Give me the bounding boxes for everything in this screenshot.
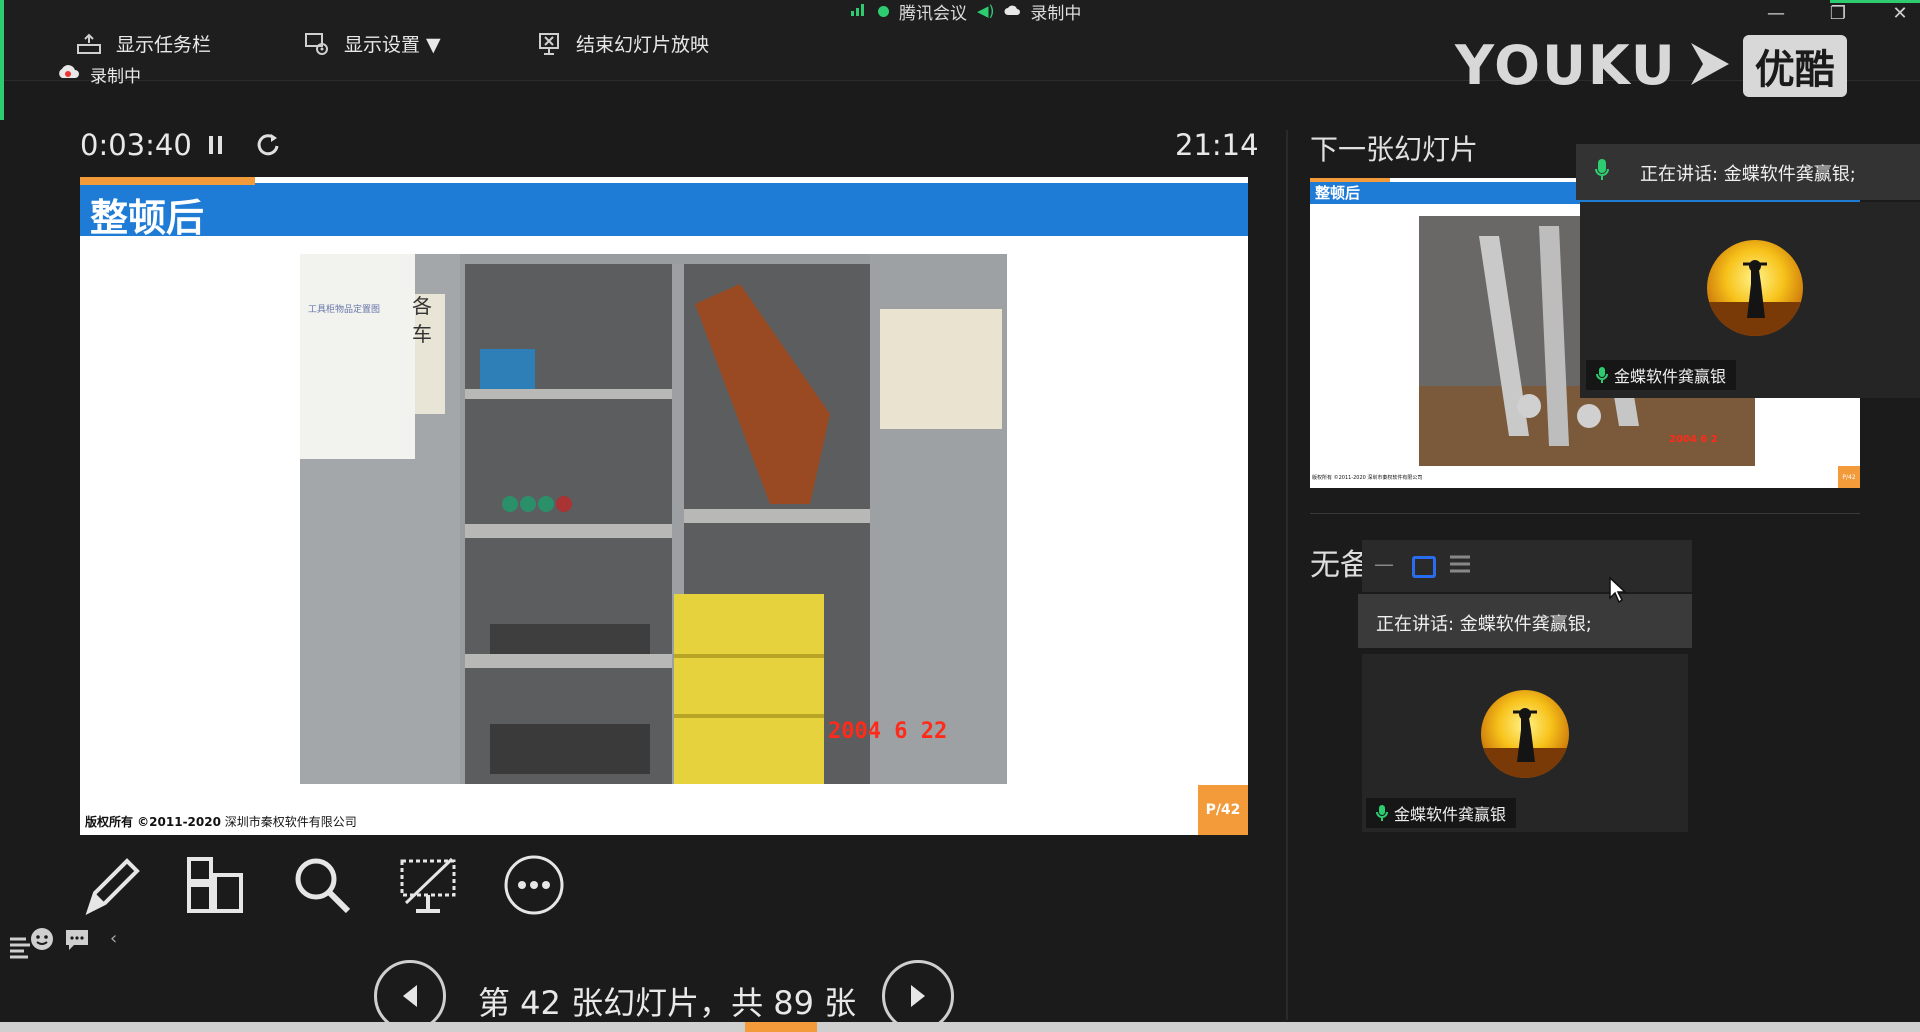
photo-sign-small: 工具柜物品定置图 — [308, 305, 381, 315]
end-slideshow-button[interactable]: 结束幻灯片放映 — [534, 30, 709, 57]
end-slideshow-label: 结束幻灯片放映 — [576, 34, 710, 56]
bottom-progress-marker — [745, 1022, 817, 1032]
magnifier-icon — [295, 858, 351, 914]
minimize-icon[interactable]: — — [1760, 2, 1792, 26]
mic-icon — [1594, 158, 1610, 186]
youku-logo-text: YOUKU — [1455, 34, 1677, 97]
mic-small-icon — [1376, 805, 1388, 821]
show-taskbar-label: 显示任务栏 — [116, 34, 212, 56]
end-slideshow-icon — [534, 31, 564, 57]
thumb-date-stamp: 2004 6 2 — [1669, 434, 1718, 445]
youku-logo-cn: 优酷 — [1742, 34, 1847, 97]
participant-name-tag-float: 金蝶软件龚赢银 — [1366, 798, 1517, 828]
thumb-footer: 版权所有 ©2011-2020 深圳市秦权软件有限公司 — [1312, 475, 1423, 481]
play-logo-icon — [1687, 39, 1733, 93]
bottom-progress-strip — [0, 1022, 1920, 1032]
display-settings-label: 显示设置 ▼ — [344, 34, 441, 56]
photo-sign-big: 各 车 — [412, 294, 432, 346]
next-slide-label: 下一张幻灯片 — [1310, 133, 1479, 166]
floating-panel-titlebar[interactable]: — — [1362, 540, 1692, 592]
signal-icon — [850, 1, 868, 21]
window-accent-top — [1830, 0, 1920, 3]
show-taskbar-button[interactable]: 显示任务栏 — [74, 30, 211, 57]
status-dot-icon — [878, 5, 889, 17]
speaking-text-float: 正在讲话: 金蝶软件龚赢银; — [1376, 614, 1592, 635]
slides-grid-icon — [187, 857, 243, 913]
pause-timer-button[interactable] — [206, 132, 226, 162]
list-view-icon[interactable] — [1448, 554, 1472, 578]
window-mode-icon[interactable] — [1412, 556, 1436, 578]
window-accent — [0, 0, 4, 120]
taskbar-icon — [74, 31, 104, 57]
participant-avatar-float — [1481, 690, 1569, 778]
slide-page-badge: P/42 — [1198, 785, 1248, 835]
thumb-title: 整顿后 — [1315, 184, 1361, 202]
slide-counter: 第 42 张幻灯片，共 89 张 — [478, 984, 857, 1022]
restart-icon — [257, 134, 279, 156]
black-screen-button[interactable] — [393, 850, 463, 920]
panel-divider[interactable] — [1286, 130, 1288, 1020]
reset-timer-button[interactable] — [254, 130, 282, 162]
participant-name-tag-top: 金蝶软件龚赢银 — [1586, 360, 1737, 390]
right-separator — [1310, 513, 1860, 514]
arrow-left-icon — [403, 985, 417, 1007]
cloud-icon — [1004, 1, 1021, 21]
recording-label: 录制中 — [90, 67, 141, 87]
meeting-status-bar: 腾讯会议 ◀) 录制中 — [850, 0, 1082, 24]
pen-tool-button[interactable] — [78, 850, 148, 920]
minimize-panel-icon[interactable]: — — [1374, 552, 1394, 576]
participant-name-float: 金蝶软件龚赢银 — [1394, 805, 1507, 824]
display-settings-icon — [302, 31, 332, 57]
slide-title-bar — [80, 183, 1248, 236]
close-icon[interactable]: ✕ — [1884, 2, 1916, 26]
slide-footer-company: 深圳市秦权软件有限公司 — [224, 815, 357, 829]
mouse-cursor-icon — [1608, 576, 1628, 608]
participant-video-float[interactable]: 金蝶软件龚赢银 — [1362, 654, 1688, 832]
mic-small-icon — [1596, 367, 1608, 383]
zoom-button[interactable] — [287, 850, 357, 920]
participant-avatar-top — [1707, 240, 1803, 336]
current-slide: 整顿后 工具柜物品定置图 各 车 2004 6 22 版权所有 ©2011-20… — [80, 177, 1248, 835]
arrow-right-icon — [911, 985, 925, 1007]
participant-name-top: 金蝶软件龚赢银 — [1614, 367, 1727, 386]
youku-watermark: YOUKU 优酷 — [1455, 34, 1847, 97]
slide-footer: 版权所有 ©2011-2020 深圳市秦权软件有限公司 — [85, 813, 357, 830]
more-options-button[interactable] — [499, 850, 569, 920]
pause-icon — [209, 136, 222, 154]
speaking-text-top: 正在讲话: 金蝶软件龚赢银; — [1640, 164, 1856, 185]
thumb-page-badge: P/42 — [1838, 466, 1860, 488]
participant-video-top[interactable]: 金蝶软件龚赢银 — [1580, 202, 1920, 398]
display-settings-button[interactable]: 显示设置 ▼ — [302, 30, 441, 57]
recording-indicator: 录制中 — [56, 62, 141, 87]
elapsed-timer: 0:03:40 — [80, 128, 192, 162]
see-all-slides-button[interactable] — [180, 850, 250, 920]
photo-date-stamp: 2004 6 22 — [828, 719, 948, 744]
screen-off-icon — [400, 857, 456, 913]
speaking-banner-top: 正在讲话: 金蝶软件龚赢银; — [1576, 144, 1920, 200]
subtitle-button[interactable] — [8, 925, 56, 965]
more-icon — [504, 855, 564, 915]
cloud-recording-icon — [56, 64, 80, 85]
restore-icon[interactable]: ❐ — [1822, 2, 1854, 26]
pen-icon — [85, 858, 140, 915]
slide-orange-accent — [80, 177, 255, 185]
slide-title: 整顿后 — [90, 196, 205, 240]
status-recording-label: 录制中 — [1030, 3, 1082, 24]
subtitle-emoji-icon — [10, 928, 53, 959]
chat-icon — [66, 930, 88, 950]
current-time: 21:14 — [1175, 128, 1259, 162]
collapse-chevron-icon[interactable]: ‹ — [110, 928, 117, 949]
speaker-icon: ◀) — [977, 2, 995, 20]
app-name: 腾讯会议 — [899, 3, 967, 24]
chat-button[interactable] — [64, 928, 90, 956]
slide-footer-copyright: 版权所有 ©2011-2020 — [85, 815, 221, 829]
speaking-banner-float: 正在讲话: 金蝶软件龚赢银; — [1358, 594, 1692, 648]
slide-photo-cabinet: 工具柜物品定置图 各 车 2004 6 22 — [300, 254, 1007, 784]
